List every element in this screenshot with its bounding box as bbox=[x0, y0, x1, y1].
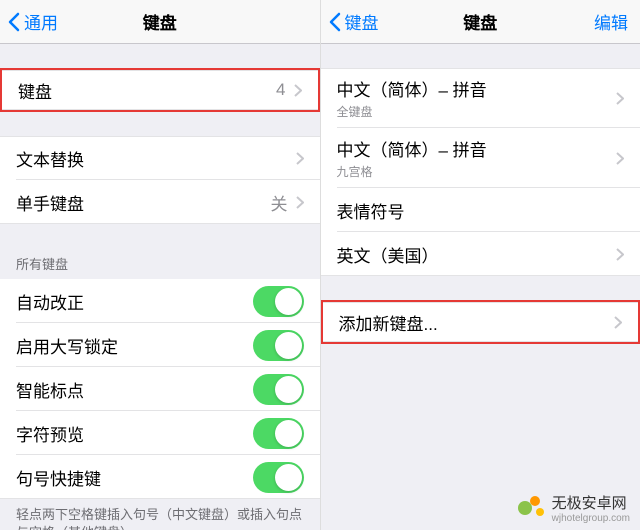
cell-label: 添加新键盘... bbox=[339, 310, 615, 335]
content: 中文（简体）– 拼音 全键盘 中文（简体）– 拼音 九宫格 表情符号 bbox=[321, 44, 640, 530]
cell-label: 启用大写锁定 bbox=[16, 333, 253, 358]
cell-label: 中文（简体）– 拼音 bbox=[337, 76, 487, 101]
cell-label: 自动改正 bbox=[16, 289, 253, 314]
toggle-switch[interactable] bbox=[253, 330, 304, 361]
cell-value: 4 bbox=[276, 80, 285, 100]
cell-label: 中文（简体）– 拼音 bbox=[337, 136, 487, 161]
keyboard-item[interactable]: 英文（美国） bbox=[321, 232, 640, 276]
watermark: 无极安卓网 wjhotelgroup.com bbox=[518, 492, 630, 524]
chevron-right-icon bbox=[294, 84, 302, 97]
cell-label: 字符预览 bbox=[16, 421, 253, 446]
add-new-keyboard-cell[interactable]: 添加新键盘... bbox=[321, 300, 640, 344]
group-footer: 轻点两下空格键插入句号（中文键盘）或插入句点与空格（其他键盘）。 bbox=[0, 499, 320, 530]
chevron-right-icon bbox=[616, 248, 624, 261]
chevron-right-icon bbox=[296, 196, 304, 209]
cell-label: 表情符号 bbox=[337, 198, 625, 223]
watermark-url: wjhotelgroup.com bbox=[552, 513, 630, 524]
toggle-switch[interactable] bbox=[253, 418, 304, 449]
cell-sublabel: 全键盘 bbox=[337, 103, 487, 120]
chevron-right-icon bbox=[616, 152, 624, 165]
nav-title: 键盘 bbox=[143, 9, 177, 34]
caps-lock-cell[interactable]: 启用大写锁定 bbox=[0, 323, 320, 367]
cell-label: 单手键盘 bbox=[16, 190, 271, 215]
keyboard-item[interactable]: 中文（简体）– 拼音 全键盘 bbox=[321, 68, 640, 128]
chevron-right-icon bbox=[296, 152, 304, 165]
nav-title: 键盘 bbox=[463, 9, 497, 34]
cell-label: 句号快捷键 bbox=[16, 465, 253, 490]
group-header-all: 所有键盘 bbox=[0, 248, 320, 279]
keyboard-settings-screen: 通用 键盘 键盘 4 文本替换 单手键盘 关 bbox=[0, 0, 321, 530]
cell-label: 英文（美国） bbox=[337, 242, 617, 267]
cell-label: 键盘 bbox=[18, 78, 276, 103]
keyboard-item[interactable]: 中文（简体）– 拼音 九宫格 bbox=[321, 128, 640, 188]
back-button[interactable]: 通用 bbox=[0, 9, 58, 34]
cell-value: 关 bbox=[271, 190, 288, 215]
auto-correct-cell[interactable]: 自动改正 bbox=[0, 279, 320, 323]
toggle-switch[interactable] bbox=[253, 286, 304, 317]
navbar: 通用 键盘 bbox=[0, 0, 320, 44]
back-label: 键盘 bbox=[345, 9, 379, 34]
back-label: 通用 bbox=[24, 9, 58, 34]
back-button[interactable]: 键盘 bbox=[321, 9, 379, 34]
smart-punct-cell[interactable]: 智能标点 bbox=[0, 367, 320, 411]
chevron-right-icon bbox=[614, 316, 622, 329]
keyboards-list-screen: 键盘 键盘 编辑 中文（简体）– 拼音 全键盘 中文（简体）– 拼音 九宫格 bbox=[321, 0, 640, 530]
logo-icon bbox=[518, 494, 546, 522]
content: 键盘 4 文本替换 单手键盘 关 所有键盘 自动改正 bbox=[0, 44, 320, 530]
chevron-left-icon bbox=[8, 12, 20, 32]
text-replace-cell[interactable]: 文本替换 bbox=[0, 136, 320, 180]
toggle-switch[interactable] bbox=[253, 462, 304, 493]
chevron-left-icon bbox=[329, 12, 341, 32]
char-preview-cell[interactable]: 字符预览 bbox=[0, 411, 320, 455]
keyboards-cell[interactable]: 键盘 4 bbox=[0, 68, 320, 112]
toggle-switch[interactable] bbox=[253, 374, 304, 405]
cell-label: 智能标点 bbox=[16, 377, 253, 402]
keyboard-item[interactable]: 表情符号 bbox=[321, 188, 640, 232]
cell-sublabel: 九宫格 bbox=[337, 163, 487, 180]
navbar: 键盘 键盘 编辑 bbox=[321, 0, 640, 44]
cell-label: 文本替换 bbox=[16, 146, 296, 171]
period-shortcut-cell[interactable]: 句号快捷键 bbox=[0, 455, 320, 499]
watermark-title: 无极安卓网 bbox=[552, 492, 630, 513]
chevron-right-icon bbox=[616, 92, 624, 105]
edit-button[interactable]: 编辑 bbox=[594, 9, 628, 34]
one-hand-keyboard-cell[interactable]: 单手键盘 关 bbox=[0, 180, 320, 224]
